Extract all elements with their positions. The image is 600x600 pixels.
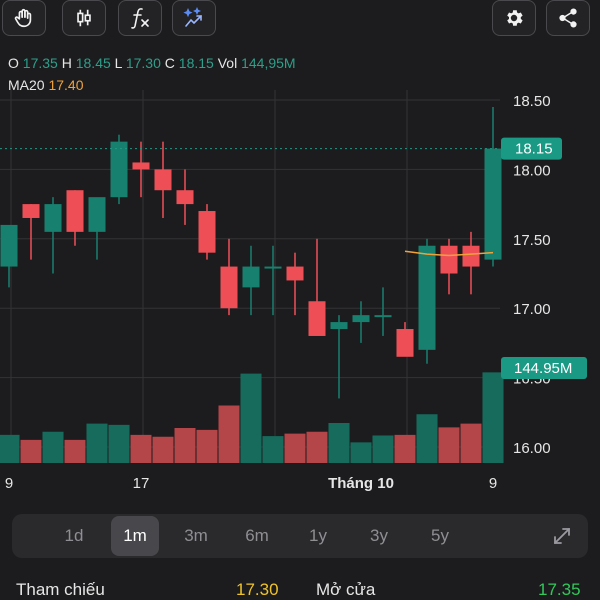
y-tick-label: 17.00 <box>513 301 551 318</box>
volume-bar <box>416 414 438 463</box>
gear-icon[interactable] <box>492 0 536 36</box>
volume-bar <box>240 373 262 463</box>
y-tick-label: 16.00 <box>513 440 551 457</box>
volume-value: 144,95M <box>241 55 296 71</box>
range-button-1y[interactable]: 1y <box>294 516 342 556</box>
candle-body[interactable] <box>286 266 304 281</box>
open-label: O <box>8 55 19 71</box>
candle-body[interactable] <box>352 315 370 323</box>
range-button-1d[interactable]: 1d <box>50 516 98 556</box>
volume-bar <box>42 431 64 463</box>
volume-bar <box>284 433 306 463</box>
price-chart[interactable]: 18.5018.0017.5017.0016.5016.0018.15144.9… <box>0 90 600 500</box>
chart-toolbar <box>0 0 600 40</box>
ohlc-readout: O 17.35 H 18.45 L 17.30 C 18.15 Vol 144,… <box>8 54 296 72</box>
volume-bar <box>64 439 86 463</box>
volume-bar <box>306 431 328 463</box>
x-tick-label: 9 <box>5 475 13 492</box>
candle-body[interactable] <box>242 266 260 288</box>
low-label: L <box>114 55 122 71</box>
last-price-label: 18.15 <box>515 141 553 158</box>
candle-body[interactable] <box>132 162 150 170</box>
candle-body[interactable] <box>154 169 172 191</box>
volume-bar <box>0 434 20 463</box>
candle-body[interactable] <box>440 245 458 274</box>
candle-body[interactable] <box>418 245 436 350</box>
volume-bar <box>460 423 482 463</box>
x-tick-label: 17 <box>133 475 150 492</box>
y-tick-label: 17.50 <box>513 232 551 249</box>
volume-bar <box>108 424 130 463</box>
hand-icon[interactable] <box>2 0 46 36</box>
range-button-1m[interactable]: 1m <box>111 516 159 556</box>
close-label: C <box>164 55 175 71</box>
candle-body[interactable] <box>176 190 194 205</box>
candle-body[interactable] <box>88 197 106 232</box>
volume-bar <box>372 435 394 463</box>
range-selector: 1d 1m 3m 6m 1y 3y 5y <box>12 514 588 558</box>
share-icon[interactable] <box>546 0 590 36</box>
volume-bar <box>196 429 218 463</box>
range-button-3m[interactable]: 3m <box>172 516 220 556</box>
open-price-label: Mở cửa <box>316 580 376 599</box>
candlestick-icon[interactable] <box>62 0 106 36</box>
magic-icon[interactable] <box>172 0 216 36</box>
volume-bar <box>174 428 196 463</box>
open-price-value: 17.35 <box>538 580 581 599</box>
volume-bar <box>394 434 416 463</box>
reference-price-label: Tham chiếu <box>16 580 105 599</box>
range-button-5y[interactable]: 5y <box>416 516 464 556</box>
candle-body[interactable] <box>374 315 392 318</box>
candle-body[interactable] <box>308 301 326 336</box>
volume-bar <box>218 405 240 463</box>
volume-bar <box>328 423 350 463</box>
function-icon[interactable] <box>118 0 162 36</box>
y-tick-label: 18.50 <box>513 93 551 110</box>
candle-body[interactable] <box>198 211 216 253</box>
volume-label: Vol <box>217 55 238 71</box>
volume-bar <box>262 436 284 463</box>
low-value: 17.30 <box>125 55 161 71</box>
volume-bar <box>152 436 174 463</box>
volume-bar <box>482 372 504 463</box>
reference-price-value: 17.30 <box>236 580 279 599</box>
candle-body[interactable] <box>264 266 282 269</box>
candle-body[interactable] <box>66 190 84 232</box>
close-value: 18.15 <box>178 55 214 71</box>
volume-bar <box>438 427 460 463</box>
x-tick-label: Tháng 10 <box>328 475 394 492</box>
volume-bar <box>130 434 152 463</box>
candle-body[interactable] <box>462 245 480 267</box>
expand-icon[interactable] <box>550 524 574 548</box>
candle-body[interactable] <box>44 204 62 232</box>
candle-body[interactable] <box>22 204 40 218</box>
volume-bar <box>350 442 372 463</box>
candle-body[interactable] <box>220 266 238 309</box>
high-value: 18.45 <box>75 55 111 71</box>
candle-body[interactable] <box>396 329 414 357</box>
candle-body[interactable] <box>110 141 128 198</box>
candle-body[interactable] <box>0 224 18 267</box>
open-value: 17.35 <box>22 55 58 71</box>
high-label: H <box>61 55 72 71</box>
range-button-6m[interactable]: 6m <box>233 516 281 556</box>
last-volume-label: 144.95M <box>514 360 572 377</box>
candle-body[interactable] <box>330 322 348 330</box>
x-tick-label: 9 <box>489 475 497 492</box>
range-button-3y[interactable]: 3y <box>355 516 403 556</box>
candle-body[interactable] <box>484 148 502 260</box>
y-tick-label: 18.00 <box>513 162 551 179</box>
volume-bar <box>86 423 108 463</box>
volume-bar <box>20 439 42 463</box>
